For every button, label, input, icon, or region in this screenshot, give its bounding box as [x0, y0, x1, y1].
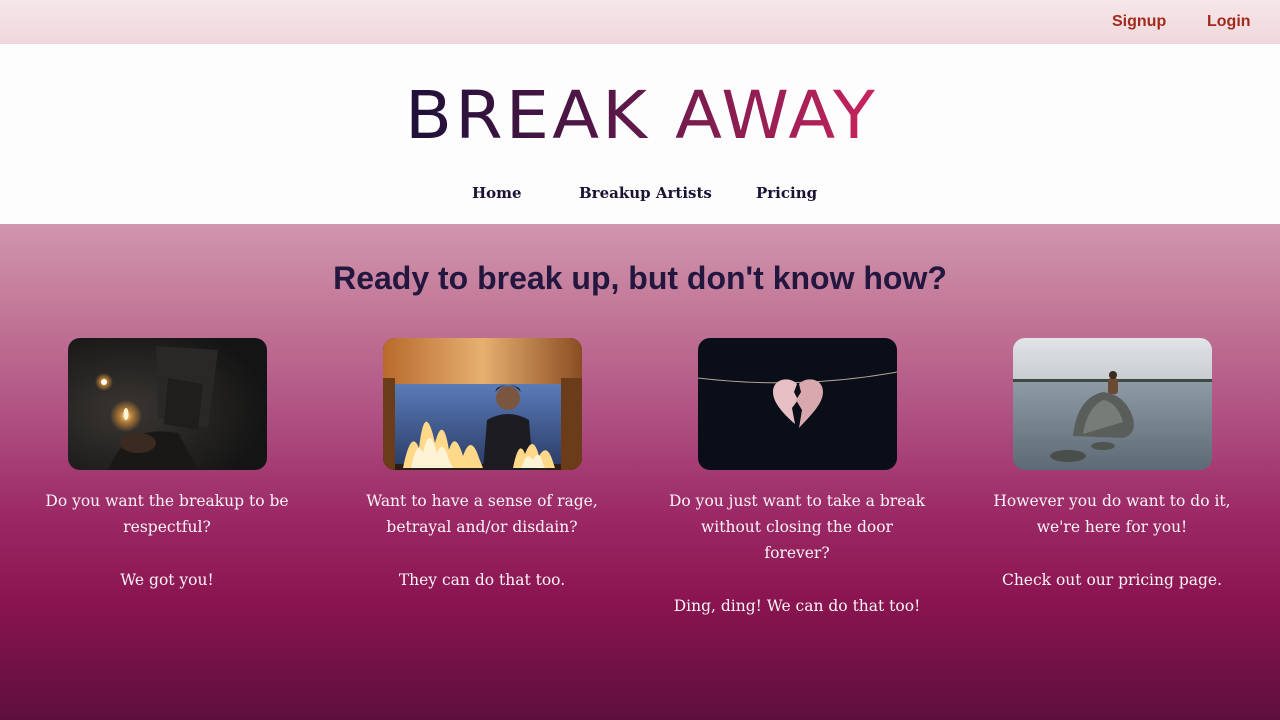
nav-home[interactable]: Home	[472, 184, 522, 202]
lit-match-photo	[68, 338, 267, 470]
person-on-rock-in-lake-photo	[1013, 338, 1212, 470]
login-link[interactable]: Login	[1207, 13, 1251, 31]
site-header: BREAK AWAY Home Breakup Artists Pricing	[0, 44, 1280, 224]
card-follow-up: Check out our pricing page.	[1001, 571, 1223, 589]
card-follow-up: They can do that too.	[398, 571, 566, 589]
card-text: Do you want the breakup to be respectful…	[45, 492, 289, 536]
card-here-for-you: However you do want to do it, we're here…	[982, 488, 1242, 593]
card-follow-up: We got you!	[120, 571, 214, 589]
card-respectful: Do you want the breakup to be respectful…	[37, 488, 297, 593]
signup-link[interactable]: Signup	[1112, 13, 1166, 31]
brand-word-break: BREAK	[405, 77, 650, 142]
nav-breakup-artists[interactable]: Breakup Artists	[579, 184, 712, 202]
top-bar: Signup Login	[0, 0, 1280, 44]
card-text: However you do want to do it, we're here…	[993, 492, 1231, 536]
brand-word-away: AWAY	[675, 77, 878, 142]
card-text: Do you just want to take a break without…	[669, 492, 925, 562]
broken-heart-on-string-photo	[698, 338, 897, 470]
man-behind-fire-photo	[383, 338, 582, 470]
card-take-a-break: Do you just want to take a break without…	[667, 488, 927, 619]
svg-text:BREAK AWAY: BREAK AWAY	[405, 77, 878, 142]
hero-title: Ready to break up, but don't know how?	[333, 260, 947, 296]
card-text: Want to have a sense of rage, betrayal a…	[366, 492, 598, 536]
brand-logo[interactable]: BREAK AWAY	[0, 66, 1280, 142]
nav-pricing[interactable]: Pricing	[756, 184, 817, 202]
card-follow-up: Ding, ding! We can do that too!	[673, 597, 921, 615]
card-rage: Want to have a sense of rage, betrayal a…	[352, 488, 612, 593]
hero-section: Ready to break up, but don't know how? D…	[0, 224, 1280, 720]
